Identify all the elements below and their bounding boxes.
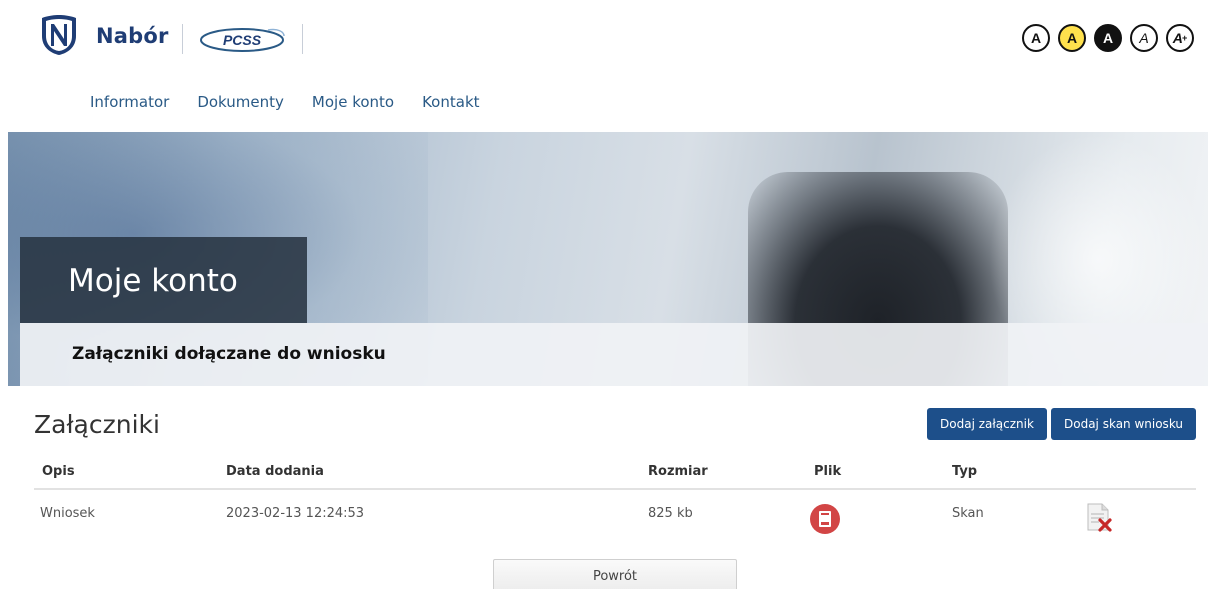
pdf-download-icon[interactable] [810, 504, 840, 534]
brand-name[interactable]: Nabór [96, 24, 169, 48]
font-larger-button[interactable]: A + [1166, 24, 1194, 52]
nav-kontakt[interactable]: Kontakt [422, 93, 479, 111]
nav-informator[interactable]: Informator [90, 93, 169, 111]
contrast-dark-button[interactable]: A [1094, 24, 1122, 52]
header: Nabór PCSS A A A A A + [0, 0, 1208, 80]
hero-subtitle-bar: Załączniki dołączane do wniosku [20, 323, 1208, 386]
column-header-plik: Plik [814, 464, 842, 479]
table-row: Wniosek 2023-02-13 12:24:53 825 kb Skan [34, 490, 1196, 534]
pcss-logo[interactable]: PCSS [198, 24, 288, 56]
contrast-yellow-button[interactable]: A [1058, 24, 1086, 52]
cell-typ: Skan [952, 506, 984, 521]
back-button[interactable]: Powrót [493, 559, 737, 589]
attachments-heading: Załączniki [34, 410, 160, 439]
column-header-data: Data dodania [226, 464, 324, 479]
column-header-typ: Typ [952, 464, 978, 479]
nav-dokumenty[interactable]: Dokumenty [197, 93, 284, 111]
hero-banner: Moje konto Załączniki dołączane do wnios… [8, 132, 1208, 386]
column-header-rozmiar: Rozmiar [648, 464, 708, 479]
attachments-table: Opis Data dodania Rozmiar Plik Typ Wnios… [34, 454, 1196, 534]
add-attachment-button[interactable]: Dodaj załącznik [927, 408, 1047, 440]
brand-divider [182, 24, 183, 54]
page-title: Moje konto [68, 263, 238, 299]
cell-rozmiar: 825 kb [648, 506, 693, 521]
main-nav: Informator Dokumenty Moje konto Kontakt [90, 93, 480, 111]
table-header: Opis Data dodania Rozmiar Plik Typ [34, 454, 1196, 490]
brand-divider-2 [302, 24, 303, 54]
hero-title-box: Moje konto [20, 237, 307, 323]
delete-file-icon[interactable] [1086, 500, 1112, 532]
cell-data: 2023-02-13 12:24:53 [226, 506, 365, 521]
page-subtitle: Załączniki dołączane do wniosku [72, 344, 386, 364]
column-header-opis: Opis [42, 464, 75, 479]
pcss-logo-text: PCSS [223, 32, 262, 48]
accessibility-toolbar: A A A A A + [1022, 24, 1194, 52]
font-normal-button[interactable]: A [1130, 24, 1158, 52]
plus-icon: + [1181, 33, 1188, 43]
contrast-normal-button[interactable]: A [1022, 24, 1050, 52]
cell-opis: Wniosek [40, 506, 95, 521]
nabor-logo-icon[interactable] [40, 14, 78, 56]
nav-moje-konto[interactable]: Moje konto [312, 93, 394, 111]
add-scan-button[interactable]: Dodaj skan wniosku [1051, 408, 1196, 440]
pdf-file-icon [819, 511, 831, 527]
